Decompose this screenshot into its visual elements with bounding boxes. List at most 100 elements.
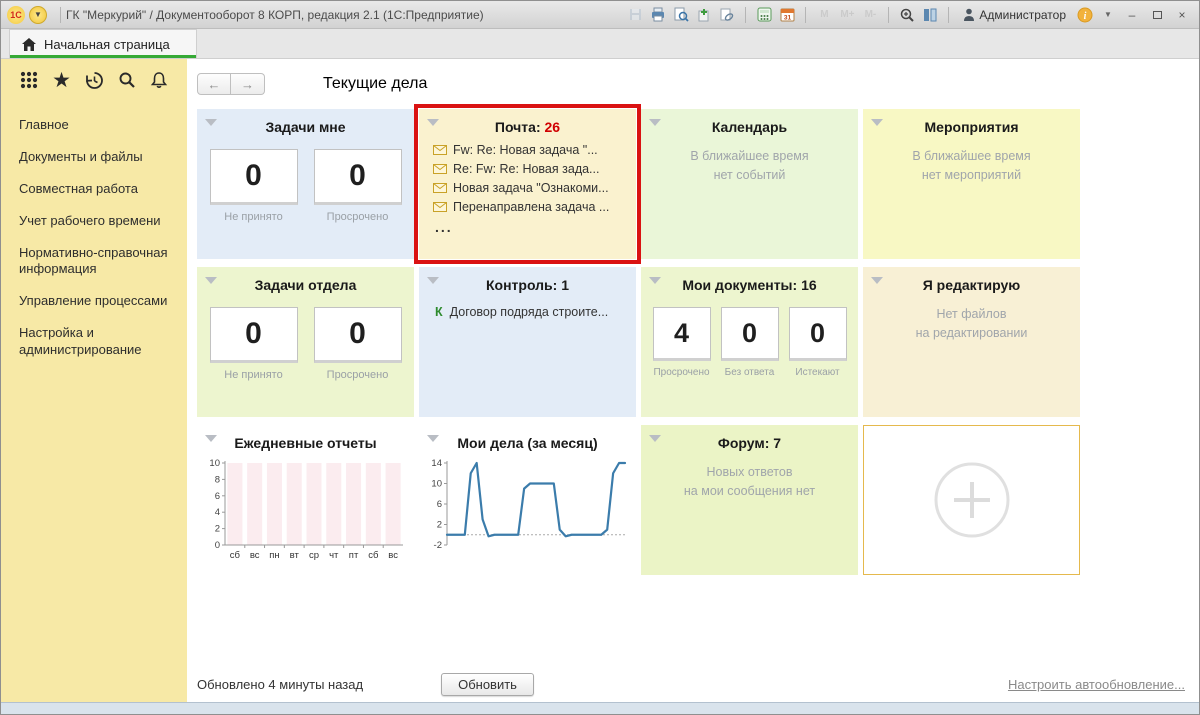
mail-item[interactable]: Новая задача "Ознакоми... (433, 181, 626, 195)
widget-mail: Почта: 26 Fw: Re: Новая задача "... (419, 109, 636, 259)
widget-menu-button[interactable] (427, 119, 439, 126)
empty-state-text: Новых ответов на мои сообщения нет (641, 463, 858, 501)
counter-label: Без ответа (725, 367, 775, 378)
counter[interactable]: 0 Просрочено (314, 307, 402, 381)
svg-text:сб: сб (368, 550, 379, 561)
widget-title: Календарь (641, 119, 858, 135)
widget-title: Задачи отдела (197, 277, 414, 293)
sidebar-item[interactable]: Настройка и администрирование (19, 325, 187, 359)
widget-events: Мероприятия В ближайшее время нет меропр… (863, 109, 1080, 259)
counter-label: Не принято (224, 211, 282, 223)
widget-forum: Форум: 7 Новых ответов на мои сообщения … (641, 425, 858, 575)
mail-item[interactable]: Re: Fw: Re: Новая зада... (433, 162, 626, 176)
svg-text:6: 6 (437, 499, 442, 510)
counter-label: Просрочено (327, 211, 389, 223)
counter[interactable]: 4 Просрочено (653, 307, 711, 378)
close-button[interactable]: × (1171, 6, 1193, 24)
widget-title: Почта: 26 (419, 119, 636, 135)
copy-link-icon[interactable] (717, 5, 737, 25)
chevron-down-icon[interactable]: ▼ (1098, 5, 1118, 25)
info-icon[interactable]: i (1075, 5, 1095, 25)
svg-text:2: 2 (437, 520, 442, 531)
envelope-icon (433, 164, 447, 174)
mail-item[interactable]: Перенаправлена задача ... (433, 200, 626, 214)
counter-value: 0 (210, 307, 298, 363)
widget-menu-button[interactable] (205, 277, 217, 284)
calculator-icon[interactable] (754, 5, 774, 25)
maximize-button[interactable] (1146, 6, 1168, 24)
mail-subject: Перенаправлена задача ... (453, 200, 609, 214)
envelope-icon (433, 202, 447, 212)
split-view-icon[interactable] (920, 5, 940, 25)
svg-text:вс: вс (250, 550, 260, 561)
envelope-icon (433, 183, 447, 193)
control-item[interactable]: К Договор подряда строите... (435, 305, 626, 319)
svg-text:6: 6 (215, 491, 220, 502)
widget-menu-button[interactable] (205, 119, 217, 126)
svg-text:сб: сб (230, 550, 241, 561)
counter[interactable]: 0 Не принято (210, 149, 298, 223)
divider (60, 7, 61, 23)
sidebar: ★ Главное Документы и файлы Совместная раб… (1, 59, 187, 702)
search-icon[interactable] (115, 68, 139, 92)
mail-item[interactable]: Fw: Re: Новая задача "... (433, 143, 626, 157)
1c-logo-icon: 1С (7, 6, 25, 24)
svg-text:-2: -2 (434, 540, 442, 551)
svg-text:пн: пн (269, 550, 279, 561)
sidebar-item[interactable]: Документы и файлы (19, 149, 187, 166)
sidebar-item[interactable]: Учет рабочего времени (19, 213, 187, 230)
bell-icon[interactable] (147, 68, 171, 92)
counter[interactable]: 0 Не принято (210, 307, 298, 381)
window-title: ГК "Меркурий" / Документооборот 8 КОРП, … (66, 8, 484, 22)
daily-reports-chart: 0246810сбвспнвтсрчтптсбвс (199, 455, 411, 575)
add-link-icon[interactable] (694, 5, 714, 25)
counter-label: Просрочено (653, 367, 709, 378)
sidebar-item[interactable]: Главное (19, 117, 187, 134)
counter[interactable]: 0 Истекают (789, 307, 847, 378)
divider (745, 7, 746, 23)
widget-menu-button[interactable] (649, 435, 661, 442)
sidebar-item[interactable]: Управление процессами (19, 293, 187, 310)
print-icon[interactable] (648, 5, 668, 25)
mail-count: 26 (545, 119, 561, 135)
widget-title: Ежедневные отчеты (197, 435, 414, 451)
svg-text:вс: вс (388, 550, 398, 561)
envelope-icon (433, 145, 447, 155)
my-affairs-chart: -2261014 (421, 455, 633, 575)
counter-value: 0 (314, 307, 402, 363)
svg-text:i: i (1084, 11, 1087, 22)
widget-menu-button[interactable] (871, 277, 883, 284)
counter[interactable]: 0 Просрочено (314, 149, 402, 223)
widget-menu-button[interactable] (427, 277, 439, 284)
back-button[interactable]: ← (197, 73, 231, 95)
widget-menu-button[interactable] (649, 277, 661, 284)
print-preview-icon[interactable] (671, 5, 691, 25)
widget-menu-button[interactable] (871, 119, 883, 126)
mail-more-link[interactable]: ... (435, 219, 636, 235)
widget-title: Мероприятия (863, 119, 1080, 135)
divider (805, 7, 806, 23)
widget-menu-button[interactable] (427, 435, 439, 442)
current-user[interactable]: Администратор (957, 8, 1072, 22)
apps-grid-icon[interactable] (17, 68, 41, 92)
calendar-icon[interactable]: 31 (777, 5, 797, 25)
counter[interactable]: 0 Без ответа (721, 307, 779, 378)
zoom-icon[interactable] (897, 5, 917, 25)
forward-button[interactable]: → (231, 73, 265, 95)
star-icon[interactable]: ★ (50, 68, 74, 92)
widget-calendar: Календарь В ближайшее время нет событий (641, 109, 858, 259)
widget-menu-button[interactable] (205, 435, 217, 442)
autorefresh-settings-link[interactable]: Настроить автообновление... (1008, 677, 1185, 692)
minimize-button[interactable]: – (1121, 6, 1143, 24)
add-widget-button[interactable] (863, 425, 1080, 575)
main-menu-button[interactable]: ▼ (29, 6, 47, 24)
sidebar-item[interactable]: Нормативно-справочная информация (19, 245, 187, 279)
save-icon (625, 5, 645, 25)
main-content: ← → Текущие дела Задачи мне 0 Не при (187, 59, 1199, 702)
tab-home-page[interactable]: Начальная страница (9, 29, 197, 58)
svg-text:10: 10 (209, 458, 220, 469)
sidebar-item[interactable]: Совместная работа (19, 181, 187, 198)
refresh-button[interactable]: Обновить (441, 673, 534, 696)
history-icon[interactable] (82, 68, 106, 92)
widget-menu-button[interactable] (649, 119, 661, 126)
